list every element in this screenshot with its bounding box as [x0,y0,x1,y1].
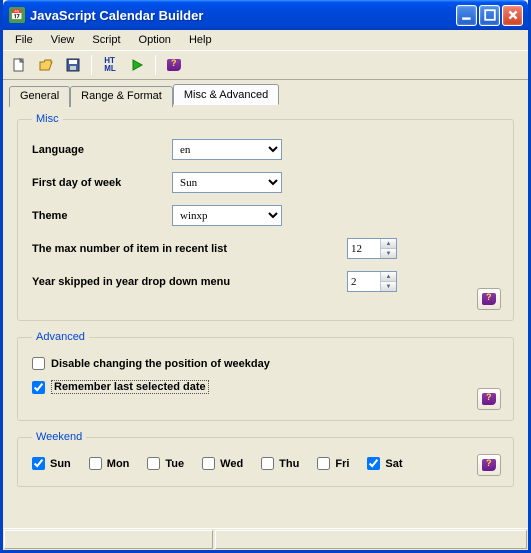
menu-option[interactable]: Option [131,32,179,48]
weekend-sat[interactable]: Sat [367,457,402,470]
weekend-fri[interactable]: Fri [317,457,349,470]
statusbar-cell [4,530,213,549]
weekend-mon-checkbox[interactable] [89,457,102,470]
menu-view[interactable]: View [43,32,83,48]
yearskip-label: Year skipped in year drop down menu [32,276,347,288]
menu-file[interactable]: File [7,32,41,48]
spinner-down-icon[interactable]: ▼ [380,249,396,258]
language-select[interactable]: en [172,139,282,160]
spinner-up-icon[interactable]: ▲ [380,272,396,282]
maxrecent-input[interactable] [348,239,380,258]
language-label: Language [32,144,172,156]
weekend-sun[interactable]: Sun [32,457,71,470]
tab-panel: Misc Language en First day of week Sun T… [9,105,522,522]
remember-date-label: Remember last selected date [51,380,209,394]
disable-position-label: Disable changing the position of weekday [51,358,270,370]
minimize-button[interactable] [456,5,477,26]
open-button[interactable] [35,54,57,76]
toolbar-separator [91,55,92,75]
weekend-fri-checkbox[interactable] [317,457,330,470]
tab-general[interactable]: General [9,86,70,107]
remember-date-checkbox[interactable] [32,381,45,394]
yearskip-input[interactable] [348,272,380,291]
weekend-sun-checkbox[interactable] [32,457,45,470]
weekend-thu[interactable]: Thu [261,457,299,470]
maxrecent-label: The max number of item in recent list [32,243,347,255]
menu-help[interactable]: Help [181,32,220,48]
firstday-select[interactable]: Sun [172,172,282,193]
new-button[interactable] [8,54,30,76]
theme-select[interactable]: winxp [172,205,282,226]
advanced-group: Advanced Disable changing the position o… [17,331,514,421]
maxrecent-spinner[interactable]: ▲▼ [347,238,397,259]
menubar: File View Script Option Help [3,30,528,50]
app-icon: 📅 [9,7,25,23]
yearskip-spinner[interactable]: ▲▼ [347,271,397,292]
misc-legend: Misc [32,113,63,125]
titlebar: 📅 JavaScript Calendar Builder [3,0,528,30]
statusbar [3,528,528,550]
toolbar: HTML [3,50,528,80]
weekend-sat-checkbox[interactable] [367,457,380,470]
statusbar-cell [215,530,527,549]
weekend-group: Weekend Sun Mon Tue Wed Thu Fri Sat [17,431,514,487]
weekend-tue[interactable]: Tue [147,457,184,470]
weekend-row: Sun Mon Tue Wed Thu Fri Sat [32,457,499,470]
advanced-legend: Advanced [32,331,89,343]
tab-misc-advanced[interactable]: Misc & Advanced [173,84,279,105]
run-button[interactable] [126,54,148,76]
firstday-label: First day of week [32,177,172,189]
weekend-wed-checkbox[interactable] [202,457,215,470]
theme-label: Theme [32,210,172,222]
advanced-help-button[interactable] [477,388,501,410]
weekend-tue-checkbox[interactable] [147,457,160,470]
html-button[interactable]: HTML [99,54,121,76]
app-window: 📅 JavaScript Calendar Builder File View … [0,0,531,553]
disable-position-checkbox[interactable] [32,357,45,370]
tabs: General Range & Format Misc & Advanced [3,80,528,105]
save-button[interactable] [62,54,84,76]
weekend-help-button[interactable] [477,454,501,476]
book-icon [167,59,181,71]
book-icon [482,293,496,305]
spinner-up-icon[interactable]: ▲ [380,239,396,249]
book-icon [482,393,496,405]
weekend-mon[interactable]: Mon [89,457,130,470]
disable-position-row[interactable]: Disable changing the position of weekday [32,357,499,370]
help-button[interactable] [163,54,185,76]
weekend-legend: Weekend [32,431,86,443]
window-title: JavaScript Calendar Builder [30,8,456,23]
book-icon [482,459,496,471]
maximize-button[interactable] [479,5,500,26]
weekend-thu-checkbox[interactable] [261,457,274,470]
tab-range-format[interactable]: Range & Format [70,86,173,107]
close-button[interactable] [502,5,523,26]
misc-help-button[interactable] [477,288,501,310]
weekend-wed[interactable]: Wed [202,457,243,470]
remember-date-row[interactable]: Remember last selected date [32,380,499,394]
toolbar-separator [155,55,156,75]
menu-script[interactable]: Script [84,32,128,48]
spinner-down-icon[interactable]: ▼ [380,282,396,291]
misc-group: Misc Language en First day of week Sun T… [17,113,514,321]
